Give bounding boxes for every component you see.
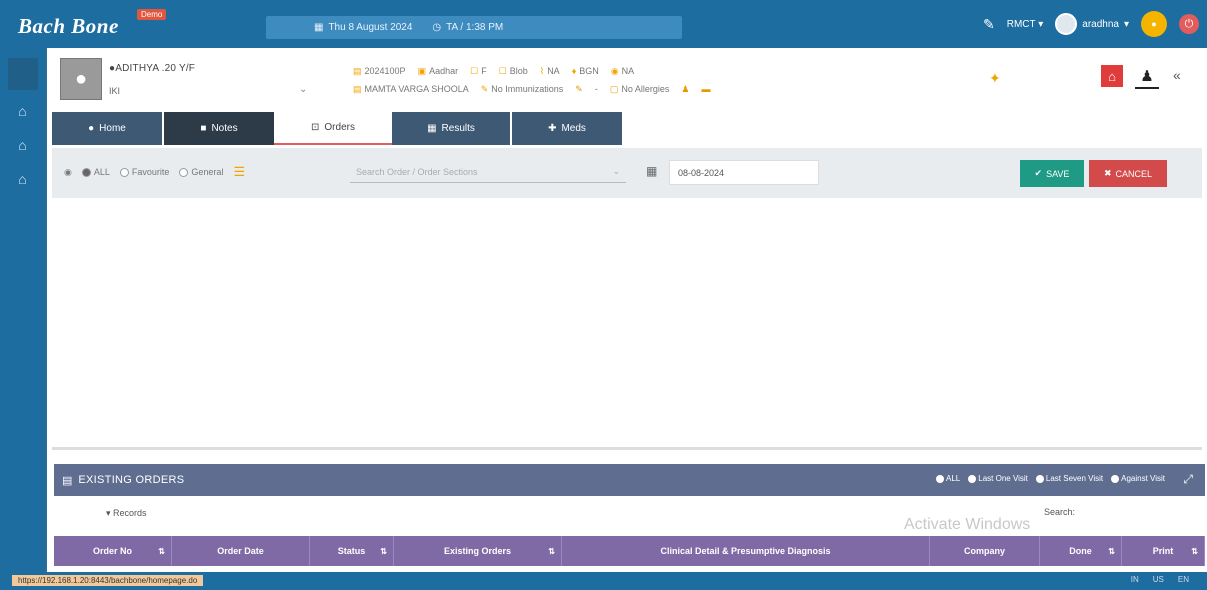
results-tab-icon: ▦: [427, 123, 437, 134]
col-print[interactable]: Print ⇅: [1122, 536, 1205, 566]
save-button[interactable]: ✔ SAVE: [1020, 160, 1084, 187]
patient-dash: -: [594, 84, 598, 94]
tab-notes[interactable]: ■ Notes: [164, 112, 274, 145]
filter-against-visit[interactable]: Against Visit: [1111, 474, 1165, 483]
cancel-button[interactable]: ✖ CANCEL: [1089, 160, 1167, 187]
order-entry-area: [52, 198, 1202, 450]
col-clinical-detail[interactable]: Clinical Detail & Presumptive Diagnosis: [562, 536, 930, 566]
patient-doctor: ▤ MAMTA VARGA SHOOLA: [353, 84, 469, 94]
patient-allergies: ▢ No Allergies: [609, 84, 670, 94]
chevron-down-icon: ⌄: [612, 166, 620, 176]
calendar-icon: ▦: [314, 22, 324, 33]
patient-field-2: ☐ Blob: [498, 66, 528, 76]
col-order-no[interactable]: Order No ⇅: [54, 536, 172, 566]
check-icon: ✔: [1034, 168, 1043, 178]
activation-watermark: Activate Windows: [904, 516, 1031, 533]
radio-general[interactable]: General: [179, 167, 223, 178]
patient-field-1: ☐ F: [470, 66, 487, 76]
col-done[interactable]: Done ⇅: [1040, 536, 1122, 566]
meds-tab-icon: ✚: [548, 123, 557, 134]
col-company[interactable]: Company: [930, 536, 1040, 566]
orders-list-icon: ▤: [62, 474, 73, 487]
filter-last-seven-visit[interactable]: Last Seven Visit: [1035, 474, 1103, 483]
home-tab-icon: ●: [88, 123, 95, 134]
patient-field-4: ♦ BGN: [571, 66, 599, 76]
col-status[interactable]: Status ⇅: [310, 536, 394, 566]
patient-field-5: ◉ NA: [610, 66, 635, 76]
orders-table-header: Order No ⇅ Order Date Status ⇅ Existing Or…: [54, 536, 1205, 566]
existing-orders-header: ▤ EXISTING ORDERS ALL Last One Visit Las…: [54, 464, 1205, 496]
status-url: https://192.168.1.20:8443/bachbone/homep…: [12, 575, 204, 586]
tab-home[interactable]: ● Home: [52, 112, 162, 145]
patient-aadhar: ▣ Aadhar: [417, 66, 459, 76]
status-indicators: IN US EN: [1130, 575, 1189, 584]
eye-icon[interactable]: ◉: [64, 167, 72, 178]
left-sidebar: ⌂ ⌂ ⌂: [0, 48, 45, 572]
tab-meds[interactable]: ✚ Meds: [512, 112, 622, 145]
order-search-select[interactable]: Search Order / Order Sections ⌄: [350, 161, 626, 183]
records-row: ▾ Records Activate Windows Search:: [54, 496, 1205, 536]
environment-badge: Demo: [137, 9, 167, 20]
sidebar-home-icon[interactable]: ⌂: [10, 98, 36, 124]
date-display: ▦ Thu 8 August 2024: [314, 22, 413, 33]
order-set-icon[interactable]: ☰: [233, 164, 245, 180]
order-date-input[interactable]: [669, 160, 819, 185]
avatar: [1055, 13, 1078, 35]
patient-dropdown-icon[interactable]: ⌄: [299, 84, 307, 95]
filter-last-one-visit[interactable]: Last One Visit: [968, 474, 1028, 483]
user-menu[interactable]: aradhna ▾: [1055, 13, 1129, 35]
tab-results[interactable]: ▦ Results: [392, 112, 510, 145]
col-existing-orders[interactable]: Existing Orders ⇅: [394, 536, 562, 566]
main-panel: ● ●ADITHYA .20 Y/F IKI ⌄ ▤ 2024100P ▣ Aadh…: [47, 48, 1207, 572]
status-bar: https://192.168.1.20:8443/bachbone/homep…: [0, 572, 1207, 590]
logout-icon[interactable]: ⏻: [1179, 14, 1199, 34]
patient-info: ▤ 2024100P ▣ Aadhar ☐ F ☐ Blob ⌇ NA ♦ BGN ◉ NA …: [353, 62, 710, 98]
menu-toggle-button[interactable]: [7, 58, 38, 90]
immunization-edit-icon[interactable]: ✎: [575, 80, 583, 98]
radio-favourite[interactable]: Favourite: [119, 167, 169, 178]
calendar-icon[interactable]: ▦: [646, 164, 657, 178]
date-time-bar: ▦ Thu 8 August 2024 ◷ TA / 1:38 PM: [266, 16, 682, 39]
org-dropdown[interactable]: RMCT ▾: [1007, 19, 1044, 30]
patient-name[interactable]: ●ADITHYA .20 Y/F: [109, 63, 195, 74]
app-logo[interactable]: Bach Bone: [18, 14, 119, 39]
sidebar-dashboard-icon[interactable]: ⌂: [10, 132, 36, 158]
expand-icon[interactable]: ⤢: [1183, 472, 1193, 487]
tab-orders[interactable]: ⊡ Orders: [274, 112, 392, 145]
orders-tab-icon: ⊡: [311, 122, 320, 133]
time-display: ◷ TA / 1:38 PM: [432, 22, 504, 33]
clock-icon: ◷: [432, 22, 442, 33]
patient-immunization: ✎ No Immunizations: [480, 84, 564, 94]
notification-badge[interactable]: ●: [1141, 11, 1167, 37]
person-icon[interactable]: ♟: [681, 80, 689, 98]
radio-all[interactable]: ALL: [81, 167, 110, 178]
records-per-page[interactable]: ▾ Records: [106, 508, 147, 519]
existing-orders-panel: ▤ EXISTING ORDERS ALL Last One Visit Las…: [54, 464, 1205, 572]
user-profile-icon[interactable]: ♟: [1135, 65, 1159, 89]
folder-icon[interactable]: ▬: [701, 80, 710, 98]
collapse-chevron-icon[interactable]: «: [1173, 67, 1181, 83]
patient-sub: IKI: [109, 86, 121, 96]
notes-tab-icon: ■: [200, 123, 207, 134]
top-bar: Bach Bone Demo ▦ Thu 8 August 2024 ◷ TA …: [0, 0, 1207, 48]
close-icon: ✖: [1103, 168, 1112, 178]
patient-field-3: ⌇ NA: [539, 66, 560, 76]
alert-icon[interactable]: ✦: [989, 70, 1001, 87]
existing-orders-title: EXISTING ORDERS: [78, 474, 185, 486]
filter-all[interactable]: ALL: [936, 474, 960, 483]
table-search-label[interactable]: Search:: [1044, 507, 1075, 517]
patient-header: ● ●ADITHYA .20 Y/F IKI ⌄ ▤ 2024100P ▣ Aadh…: [47, 48, 1207, 110]
settings-wrench-icon[interactable]: ✎: [983, 16, 995, 33]
visit-filter: ALL Last One Visit Last Seven Visit Agai…: [936, 474, 1165, 483]
orders-toolbar: ◉ ALL Favourite General ☰ Search Order /…: [52, 148, 1202, 198]
col-order-date[interactable]: Order Date: [172, 536, 310, 566]
sidebar-patients-icon[interactable]: ⌂: [10, 166, 36, 192]
patient-photo: ●: [60, 58, 102, 100]
tab-bar: ● Home ■ Notes ⊡ Orders ▦ Results ✚ Meds: [52, 112, 622, 145]
patient-id: ▤ 2024100P: [353, 66, 406, 76]
home-button[interactable]: ⌂: [1101, 65, 1123, 87]
